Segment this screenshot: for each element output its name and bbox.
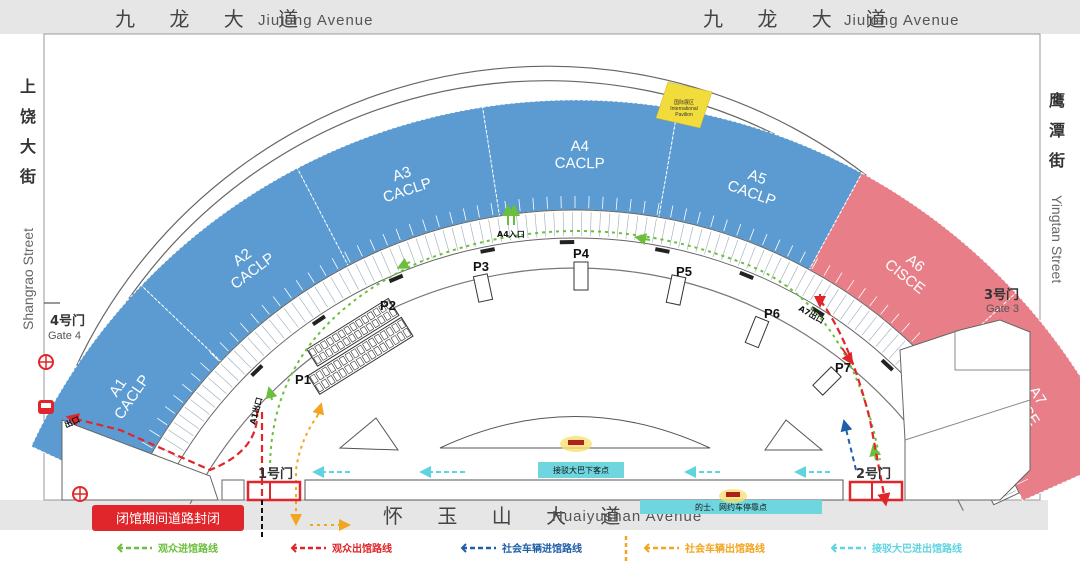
gate2-label: 2号门 [856, 466, 891, 482]
intl-label-cn: 国际展区 [674, 99, 694, 106]
parking-p5-label: P5 [676, 264, 692, 279]
metro-icon [38, 354, 54, 370]
gate3-label-en: Gate 3 [986, 303, 1019, 315]
a4-entrance-label: A4入口 [497, 230, 525, 239]
taxi-landmark-icon [726, 492, 740, 497]
parking-p4-lot [573, 261, 589, 291]
taxi-stop-label: 的士、网约车停靠点 [695, 502, 767, 512]
parking-p4-label: P4 [573, 246, 590, 261]
legend-label-4: 社会车辆出馆路线 [684, 542, 765, 555]
parking-p3-label: P3 [473, 259, 489, 274]
right-road-cn-2: 潭 [1049, 121, 1065, 140]
right-road-en: Yingtan Street [1049, 195, 1065, 283]
left-road-en: Shangrao Street [20, 228, 36, 330]
route-legend: 观众进馆路线 观众出馆路线 社会车辆进馆路线 社会车辆出馆路线 接驳大巴进出馆路线 [116, 536, 962, 562]
parking-p1-label: P1 [295, 372, 311, 387]
gate3-label-cn: 3号门 [984, 287, 1019, 303]
top-road-en-left: Jiulong Avenue [258, 12, 373, 29]
left-gate-booth [221, 479, 245, 501]
right-road-cn-1: 鹰 [1049, 91, 1065, 110]
hall-a4-name: CACLP [555, 155, 605, 172]
parking-p2-label: P2 [380, 298, 396, 313]
gate4-label-cn: 4号门 [50, 313, 85, 329]
legend-label-1: 观众进馆路线 [158, 542, 218, 555]
gate1-label: 1号门 [258, 466, 293, 482]
left-road-cn-2: 饶 [20, 107, 36, 126]
legend-label-2: 观众出馆路线 [332, 542, 392, 555]
top-road-en-right: Jiulong Avenue [844, 12, 959, 29]
closed-road-label: 闭馆期间道路封闭 [116, 511, 220, 527]
gate3-building [899, 319, 1031, 501]
venue-map: 九 龙 大 道 Jiulong Avenue 九 龙 大 道 Jiulong A… [0, 0, 1080, 568]
front-driveway [304, 479, 844, 501]
parking-p6-label: P6 [764, 306, 780, 321]
hall-a4-id: A4 [571, 138, 590, 155]
metro-icon-bottom [72, 486, 88, 502]
parking-p7-label: P7 [835, 360, 851, 375]
central-landmark-icon [568, 440, 584, 445]
map-canvas: 九 龙 大 道 Jiulong Avenue 九 龙 大 道 Jiulong A… [0, 0, 1080, 562]
intl-label-en2: Pavilion [675, 112, 693, 118]
right-road-cn-3: 街 [1048, 151, 1065, 170]
bus-icon [38, 400, 54, 414]
gate4-label-en: Gate 4 [48, 330, 81, 342]
left-road-cn-3: 大 [20, 137, 36, 156]
left-road-cn-4: 街 [19, 167, 36, 186]
legend-label-3: 社会车辆进馆路线 [501, 542, 582, 555]
legend-label-5: 接驳大巴进出馆路线 [872, 542, 962, 555]
left-road-cn-1: 上 [20, 77, 36, 96]
shuttle-drop-label: 接驳大巴下客点 [553, 465, 609, 475]
